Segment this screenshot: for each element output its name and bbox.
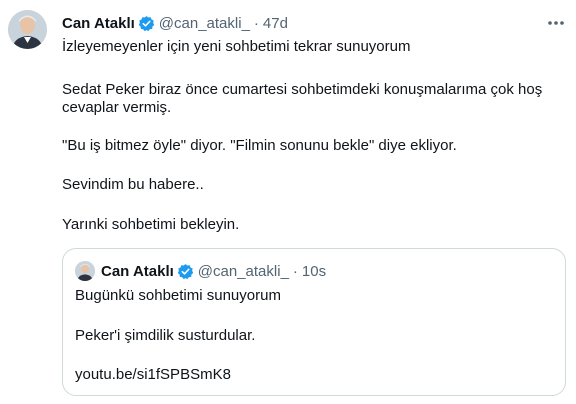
verified-badge-icon (177, 263, 194, 280)
timestamp[interactable]: 47d (263, 15, 288, 32)
avatar[interactable] (8, 10, 47, 49)
quoted-author-handle: @can_atakli_ (197, 262, 289, 280)
quoted-author-name: Can Ataklı (101, 262, 174, 280)
verified-badge-icon (138, 15, 155, 32)
separator: · (253, 14, 259, 32)
tweet-header: Can Ataklı @can_atakli_ · 47d (62, 11, 288, 35)
tweet-text-line: Yarınki sohbetimi bekleyin. (62, 216, 240, 233)
quoted-text-line: Bugünkü sohbetimi sunuyorum (75, 287, 281, 304)
tweet-text-line: cevaplar vermiş. (62, 99, 172, 116)
quoted-header: Can Ataklı @can_atakli_ · 10s (101, 259, 326, 283)
author-name[interactable]: Can Ataklı (62, 15, 135, 32)
author-handle[interactable]: @can_atakli_ (159, 15, 250, 32)
tweet-text-line: Sedat Peker biraz önce cumartesi sohbeti… (62, 81, 543, 98)
quoted-tweet[interactable]: Can Ataklı @can_atakli_ · 10s Bugünkü so… (62, 248, 566, 396)
tweet-text-line: "Bu iş bitmez öyle" diyor. "Filmin sonun… (62, 137, 457, 154)
tweet[interactable]: Can Ataklı @can_atakli_ · 47d İzleyemeye… (0, 0, 576, 404)
quoted-link[interactable]: youtu.be/si1fSPBSmK8 (75, 365, 231, 385)
quoted-avatar (75, 261, 95, 281)
quoted-timestamp: 10s (301, 262, 327, 280)
tweet-text-line: İzleyemeyenler için yeni sohbetimi tekra… (62, 38, 411, 55)
quoted-text-line: Peker'i şimdilik susturdular. (75, 327, 256, 344)
tweet-text-line: Sevindim bu habere.. (62, 176, 204, 193)
more-options-icon[interactable] (546, 13, 566, 33)
separator: · (292, 262, 298, 280)
